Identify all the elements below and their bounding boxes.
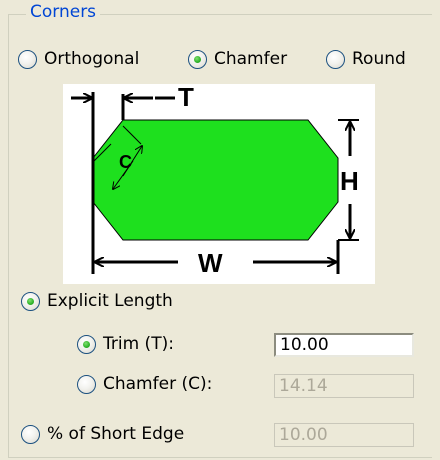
chamfer-dimension-label: C [119,152,132,172]
trim-dimension-label: T [178,84,194,112]
trim-option[interactable]: Trim (T): [77,334,174,354]
explicit-length-label: Explicit Length [47,291,173,311]
chamfer-corner-label: Chamfer [214,49,288,69]
short-edge-input[interactable]: 10.00 [274,423,414,447]
trim-radio[interactable] [77,334,96,354]
round-option[interactable]: Round [326,49,406,69]
trim-input[interactable]: 10.00 [274,333,414,357]
chamfer-diagram-svg: T C H W [71,82,359,278]
round-radio[interactable] [326,49,345,69]
chamfer-input[interactable]: 14.14 [274,374,414,398]
chamfer-label: Chamfer (C): [103,374,213,394]
height-dimension-label: H [340,166,359,196]
corner-diagram: T C H W [63,82,375,284]
chamfer-radio[interactable] [77,374,96,394]
orthogonal-option[interactable]: Orthogonal [18,49,139,69]
trim-label: Trim (T): [103,334,174,354]
orthogonal-label: Orthogonal [44,49,140,69]
width-dimension-label: W [198,248,223,278]
round-label: Round [352,49,406,69]
short-edge-option[interactable]: % of Short Edge [21,424,184,444]
orthogonal-radio[interactable] [18,49,37,69]
short-edge-label: % of Short Edge [47,424,185,444]
explicit-length-option[interactable]: Explicit Length [21,291,173,311]
corners-group-title: Corners [26,2,101,22]
explicit-length-radio[interactable] [21,291,40,311]
chamfer-option[interactable]: Chamfer (C): [77,374,212,394]
short-edge-radio[interactable] [21,424,40,444]
chamfer-corner-radio[interactable] [188,49,207,69]
chamfered-rectangle [92,119,339,241]
chamfer-corner-option[interactable]: Chamfer [188,49,287,69]
